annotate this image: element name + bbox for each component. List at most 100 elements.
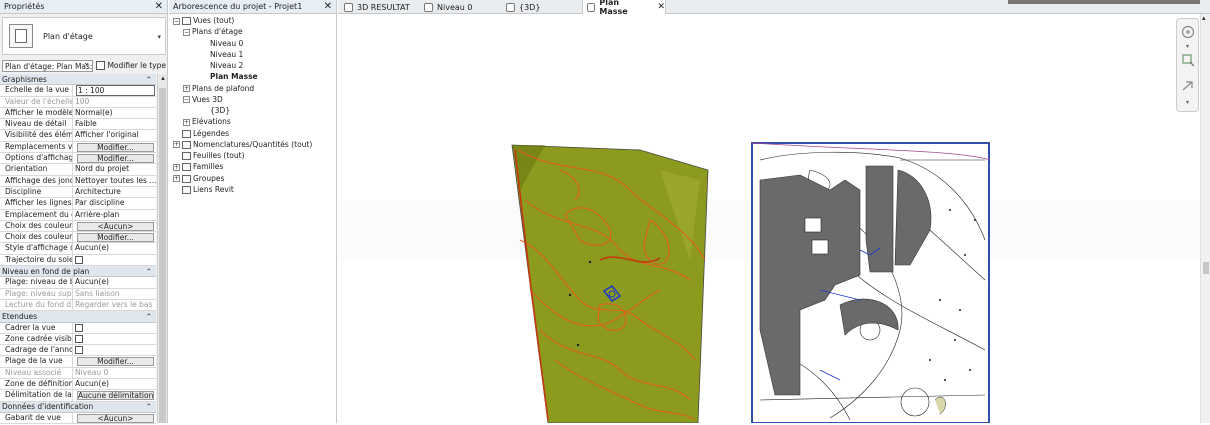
property-category[interactable]: Graphismes ⌃ bbox=[0, 74, 156, 86]
browser-tree-item[interactable]: Feuilles (tout) bbox=[182, 151, 245, 161]
property-value[interactable]: 1 : 100 bbox=[73, 85, 156, 96]
view-tab[interactable]: Plan Masse ✕ bbox=[582, 0, 666, 16]
property-value[interactable]: Aucun(e) bbox=[73, 379, 156, 389]
close-icon[interactable]: ✕ bbox=[657, 2, 665, 12]
browser-tree-item[interactable]: Liens Revit bbox=[182, 185, 234, 195]
property-button[interactable]: Modifier... bbox=[77, 233, 154, 243]
close-icon[interactable]: ✕ bbox=[155, 1, 163, 12]
collapse-icon[interactable]: ⌃ bbox=[146, 312, 152, 321]
property-value[interactable]: <Aucun> bbox=[73, 413, 156, 423]
type-selector[interactable]: Plan d'étage ▾ bbox=[2, 17, 166, 55]
expand-icon[interactable]: + bbox=[183, 85, 190, 92]
property-category[interactable]: Données d'identification ⌃ bbox=[0, 401, 156, 413]
property-row[interactable]: Affichage des jonc...Nettoyer toutes les… bbox=[0, 175, 156, 187]
expand-icon[interactable]: + bbox=[173, 163, 180, 171]
expand-icon[interactable]: + bbox=[183, 118, 190, 126]
property-row[interactable]: Remplacements vi... Modifier... bbox=[0, 141, 156, 154]
terrain-plan[interactable] bbox=[511, 144, 709, 424]
browser-tree-item[interactable]: Légendes bbox=[182, 129, 229, 139]
property-checkbox[interactable] bbox=[75, 255, 83, 264]
collapse-icon[interactable]: ⌃ bbox=[146, 75, 152, 84]
property-row[interactable]: Style d'affichage d...Aucun(e) bbox=[0, 243, 156, 255]
view-scrollbar[interactable]: ▴ bbox=[1200, 14, 1210, 423]
property-value[interactable]: Aucune délimitation bbox=[73, 390, 156, 401]
property-row[interactable]: Cadrer la vue bbox=[0, 322, 156, 334]
view-tab[interactable]: 3D RESULTAT bbox=[340, 0, 418, 14]
property-button[interactable]: Aucune délimitation bbox=[77, 391, 154, 401]
browser-tree-item[interactable]: + Nomenclatures/Quantités (tout) bbox=[173, 140, 312, 150]
property-row[interactable]: Lecture du fond d... Regarder vers le bas bbox=[0, 299, 156, 312]
property-row[interactable]: Plage de la vue Modifier... bbox=[0, 356, 156, 368]
property-value[interactable] bbox=[73, 323, 156, 333]
property-row[interactable]: Emplacement du c...Arrière-plan bbox=[0, 209, 156, 221]
property-checkbox[interactable] bbox=[75, 323, 83, 332]
chevron-down-icon[interactable]: ▾ bbox=[1186, 99, 1189, 106]
property-category[interactable]: Niveau en fond de plan ⌃ bbox=[0, 266, 156, 278]
property-button[interactable]: <Aucun> bbox=[77, 221, 154, 231]
drawing-canvas[interactable] bbox=[338, 15, 1200, 424]
browser-tree-item[interactable]: − Plans d'étage bbox=[183, 27, 243, 37]
property-value[interactable] bbox=[73, 345, 156, 355]
property-checkbox[interactable] bbox=[75, 346, 83, 355]
chevron-down-icon[interactable]: ▾ bbox=[1186, 43, 1189, 50]
property-button[interactable]: Modifier... bbox=[77, 142, 154, 152]
property-row[interactable]: Afficher les lignes ...Par discipline bbox=[0, 198, 156, 210]
browser-tree-item[interactable]: − Vues 3D bbox=[183, 95, 223, 105]
expand-icon[interactable]: + bbox=[173, 175, 180, 182]
browser-tree-item[interactable]: Niveau 1 bbox=[210, 50, 243, 60]
property-value[interactable] bbox=[73, 334, 156, 344]
scroll-up-icon[interactable]: ▴ bbox=[1202, 14, 1206, 22]
property-value[interactable]: Modifier... bbox=[73, 153, 156, 164]
property-row[interactable]: Zone cadrée visible bbox=[0, 333, 156, 346]
collapse-icon[interactable]: ⌃ bbox=[146, 402, 152, 411]
browser-tree-item[interactable]: {3D} bbox=[210, 106, 230, 116]
property-value[interactable]: Modifier... bbox=[73, 142, 156, 152]
expand-icon[interactable]: + bbox=[173, 141, 180, 149]
property-row[interactable]: Zone de définition Aucun(e) bbox=[0, 379, 156, 391]
property-value[interactable]: Arrière-plan bbox=[73, 210, 156, 220]
property-value[interactable]: Nettoyer toutes les ... bbox=[73, 176, 156, 186]
property-value[interactable]: <Aucun> bbox=[73, 221, 156, 231]
property-row[interactable]: Options d'affichag... Modifier... bbox=[0, 153, 156, 165]
property-row[interactable]: Afficher le modèle Normal(e) bbox=[0, 107, 156, 120]
view-tab[interactable]: {3D} bbox=[502, 0, 580, 14]
property-row[interactable]: Délimitation de la ... Aucune délimitatio… bbox=[0, 390, 156, 402]
property-value[interactable]: Modifier... bbox=[73, 232, 156, 243]
property-value[interactable]: Architecture bbox=[73, 187, 156, 197]
property-row[interactable]: Choix des couleur... Modifier... bbox=[0, 232, 156, 244]
scroll-thumb[interactable] bbox=[1203, 262, 1209, 274]
zoom-icon[interactable] bbox=[1181, 53, 1195, 67]
browser-tree-item[interactable]: + Groupes bbox=[173, 174, 224, 184]
pan-icon[interactable] bbox=[1181, 79, 1195, 93]
browser-tree-item[interactable]: Plan Masse bbox=[210, 72, 258, 82]
property-row[interactable]: Plage: niveau supé...Sans liaison bbox=[0, 288, 156, 300]
browser-tree-item[interactable]: + Elévations bbox=[183, 117, 231, 127]
property-row[interactable]: Valeur de l'échelle ...100 bbox=[0, 96, 156, 108]
property-value[interactable]: Aucun(e) bbox=[73, 277, 156, 287]
browser-tree-item[interactable]: + Plans de plafond bbox=[183, 84, 254, 94]
browser-tree-item[interactable]: − Vues (tout) bbox=[173, 16, 234, 26]
property-row[interactable]: Niveau associé Niveau 0 bbox=[0, 367, 156, 380]
property-row[interactable]: Visibilité des élém... Afficher l'origina… bbox=[0, 130, 156, 142]
property-button[interactable]: <Aucun> bbox=[77, 413, 154, 423]
property-row[interactable]: Echelle de la vue 1 : 100 bbox=[0, 85, 156, 97]
property-button[interactable]: Modifier... bbox=[77, 154, 154, 164]
instance-filter-dropdown[interactable]: Plan d'étage: Plan Mas: bbox=[2, 59, 94, 72]
property-row[interactable]: Cadrage de l'anno... bbox=[0, 345, 156, 357]
close-icon[interactable]: ✕ bbox=[324, 1, 332, 12]
collapse-icon[interactable]: − bbox=[183, 28, 190, 36]
property-button[interactable]: Modifier... bbox=[77, 357, 154, 367]
property-value-text[interactable]: 1 : 100 bbox=[76, 85, 155, 96]
property-row[interactable]: Choix des couleurs <Aucun> bbox=[0, 220, 156, 233]
scroll-thumb[interactable] bbox=[159, 88, 166, 423]
property-row[interactable]: Discipline Architecture bbox=[0, 186, 156, 199]
property-row[interactable]: Trajectoire du soleil bbox=[0, 254, 156, 267]
property-row[interactable]: Plage: niveau de b...Aucun(e) bbox=[0, 277, 156, 289]
property-checkbox[interactable] bbox=[75, 334, 83, 343]
site-plan[interactable] bbox=[751, 142, 991, 424]
property-row[interactable]: Orientation Nord du projet bbox=[0, 164, 156, 176]
property-category[interactable]: Etendues ⌃ bbox=[0, 311, 156, 323]
property-value[interactable] bbox=[73, 255, 156, 265]
browser-tree-item[interactable]: Niveau 0 bbox=[210, 39, 243, 49]
collapse-icon[interactable]: ⌃ bbox=[146, 267, 152, 276]
